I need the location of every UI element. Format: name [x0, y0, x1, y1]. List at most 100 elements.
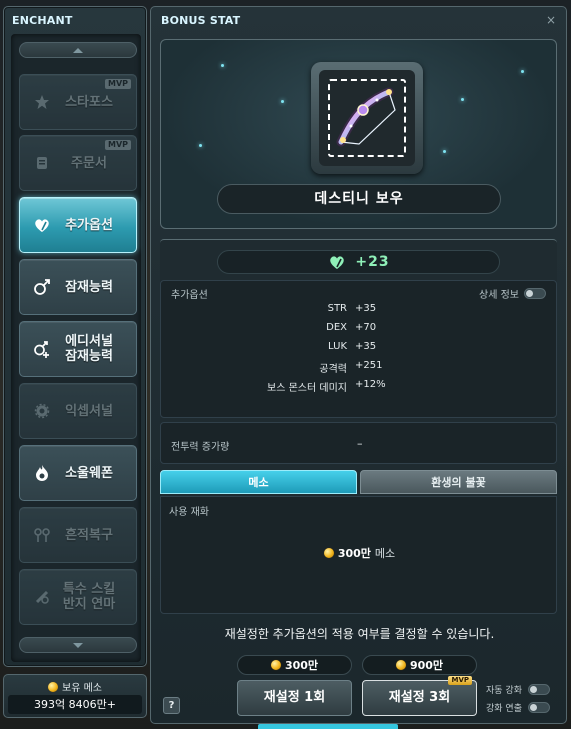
meso-held-value: 393억 8406만+	[8, 695, 142, 714]
stat-name: DEX	[326, 322, 347, 333]
help-button[interactable]: ?	[163, 697, 180, 714]
auto-enhance-label: 자동 강화	[486, 686, 522, 696]
stat-name: 보스 몬스터 데미지	[267, 383, 347, 394]
reset-three-label: 재설정 3회	[388, 690, 451, 705]
price-reset-1: 300만	[237, 655, 352, 675]
meso-held-box: 보유 메소 393억 8406만+	[3, 674, 147, 718]
menu-label: 추가옵션	[65, 217, 113, 233]
stat-name: LUK	[328, 341, 347, 352]
bottom-accent-strip	[258, 724, 398, 729]
stat-name: STR	[327, 303, 347, 314]
bonus-stat-title: BONUS STAT	[161, 14, 241, 27]
mvp-badge: MVP	[448, 676, 472, 685]
mvp-tag: MVP	[104, 79, 131, 89]
mvp-tag: MVP	[104, 140, 131, 150]
menu-item-additional-option[interactable]: 추가옵션	[19, 197, 137, 253]
stat-row: DEX +70	[161, 322, 558, 341]
menu-item-scroll[interactable]: MVP 주문서	[19, 135, 137, 191]
enhance-animation-label: 강화 연출	[486, 704, 522, 714]
enchant-panel: ENCHANT MVP 스타포스 MVP 주문서 추가옵션 잠재능력 에디셔널 …	[3, 6, 147, 667]
additional-option-box: 추가옵션 상세 정보 STR +35 DEX +70 LUK +35 공격력 +…	[160, 280, 557, 418]
auto-enhance-toggle[interactable]: 자동 강화	[486, 683, 550, 696]
menu-item-exceptional[interactable]: 익셉셔널	[19, 383, 137, 439]
additional-potential-icon	[32, 339, 52, 359]
menu-label: 잠재능력	[65, 279, 113, 295]
heart-leaf-icon	[330, 256, 345, 269]
menu-label: 소울웨폰	[65, 465, 113, 481]
meso-coin-icon	[323, 548, 334, 558]
currency-cost-title: 사용 재화	[169, 507, 209, 518]
menu-label: 스타포스	[65, 94, 113, 110]
stat-row: 공격력 +251	[161, 360, 558, 379]
enchant-title: ENCHANT	[12, 14, 73, 27]
menu-item-starforce[interactable]: MVP 스타포스	[19, 74, 137, 130]
gear-icon	[32, 401, 52, 421]
sparkle	[221, 64, 224, 67]
detail-info-toggle[interactable]: 상세 정보	[479, 286, 546, 301]
reset-once-button[interactable]: 재설정 1회	[237, 680, 352, 716]
bonus-level-value: +23	[355, 254, 390, 270]
stat-row: LUK +35	[161, 341, 558, 360]
combat-power-label: 전투력 증가량	[171, 442, 230, 453]
heart-leaf-icon	[32, 215, 52, 235]
menu-item-trace-restore[interactable]: 흔적복구	[19, 507, 137, 563]
menu-item-soul-weapon[interactable]: 소울웨폰	[19, 445, 137, 501]
tab-rebirth-flame[interactable]: 환생의 불꽃	[360, 470, 557, 494]
reset-three-button[interactable]: MVP 재설정 3회	[362, 676, 477, 716]
item-name: 데스티니 보우	[217, 184, 501, 214]
trace-icon	[32, 525, 52, 545]
sparkle	[199, 144, 202, 147]
toggle-switch[interactable]	[527, 702, 550, 713]
stat-value: +70	[355, 322, 377, 333]
bonus-level-bar: +23	[217, 250, 500, 274]
menu-item-additional-potential[interactable]: 에디셔널 잠재능력	[19, 321, 137, 377]
meso-coin-icon	[395, 660, 406, 670]
toggle-switch[interactable]	[524, 288, 546, 299]
stat-value: +12%	[355, 379, 386, 390]
stat-row: 보스 몬스터 데미지 +12%	[161, 379, 558, 398]
combat-power-box: 전투력 증가량 –	[160, 422, 557, 464]
currency-cost-line: 300만 메소	[161, 545, 558, 561]
detail-info-label: 상세 정보	[479, 290, 519, 301]
toggle-switch[interactable]	[527, 684, 550, 695]
additional-option-title: 추가옵션	[171, 290, 208, 301]
currency-cost-amount: 300만	[337, 547, 371, 560]
stat-name: 공격력	[319, 364, 347, 375]
combat-power-value: –	[357, 437, 363, 450]
close-button[interactable]: ×	[546, 13, 556, 27]
menu-label: 익셉셔널	[65, 403, 113, 419]
meso-held-header: 보유 메소	[4, 679, 146, 694]
enchant-menu-list: MVP 스타포스 MVP 주문서 추가옵션 잠재능력 에디셔널 잠재능력 익셉셔…	[11, 34, 141, 662]
star-icon	[32, 92, 52, 112]
scroll-icon	[32, 153, 52, 173]
item-slot	[311, 62, 423, 174]
item-showcase: 데스티니 보우	[160, 39, 557, 229]
scroll-up-button[interactable]	[19, 42, 137, 58]
price-reset-3-value: 900만	[409, 659, 444, 672]
sparkle	[521, 70, 524, 73]
scroll-down-button[interactable]	[19, 637, 137, 653]
menu-label: 특수 스킬 반지 연마	[62, 582, 116, 612]
price-reset-1-value: 300만	[284, 659, 319, 672]
menu-item-potential[interactable]: 잠재능력	[19, 259, 137, 315]
enhance-animation-toggle[interactable]: 강화 연출	[486, 701, 550, 714]
bonus-stat-panel: BONUS STAT × 데스티니 보우 +23 추가옵션 상세 정보 STR …	[150, 6, 567, 724]
tab-meso[interactable]: 메소	[160, 470, 357, 494]
sparkle	[461, 98, 464, 101]
notice-text: 재설정한 추가옵션의 적용 여부를 결정할 수 있습니다.	[224, 627, 495, 641]
bow-icon	[336, 87, 396, 147]
item-slot-inner	[319, 70, 415, 166]
meso-coin-icon	[270, 660, 281, 670]
price-reset-3: 900만	[362, 655, 477, 675]
arrow-down-icon	[73, 642, 83, 648]
ring-icon	[32, 587, 52, 607]
menu-item-special-skill-ring[interactable]: 특수 스킬 반지 연마	[19, 569, 137, 625]
meso-coin-icon	[48, 681, 58, 692]
stat-row: STR +35	[161, 303, 558, 322]
sparkle	[281, 100, 284, 103]
stat-value: +251	[355, 360, 383, 371]
arrow-up-icon	[73, 47, 83, 53]
menu-label: 주문서	[71, 155, 107, 171]
menu-label: 흔적복구	[65, 527, 113, 543]
sparkle	[443, 150, 446, 153]
